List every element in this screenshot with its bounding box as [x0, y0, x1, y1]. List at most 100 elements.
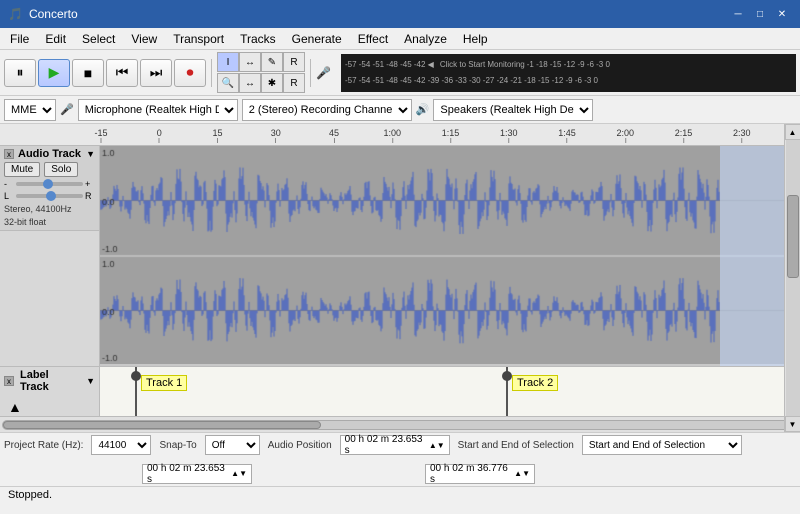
horizontal-scrollbar[interactable]	[0, 416, 800, 432]
waveform-area[interactable]	[100, 146, 800, 366]
window-controls: ─ □ ✕	[728, 6, 792, 22]
audio-track-header: x Audio Track ▼ Mute Solo - + L	[0, 146, 99, 231]
label-track-area: x Label Track ▼ ▲ Track 1 Track 2	[0, 366, 800, 416]
toolbar-sep-2	[310, 59, 311, 87]
menu-item-tracks[interactable]: Tracks	[232, 30, 284, 48]
menu-item-view[interactable]: View	[123, 30, 165, 48]
tools-row-2: 🔍 ↔ ✱ R	[217, 73, 305, 93]
gain-plus-label: +	[85, 179, 95, 189]
gain-row: - +	[4, 179, 95, 189]
collapse-arrow-icon[interactable]: ▲	[8, 399, 22, 415]
multi-tool[interactable]: ✱	[261, 73, 283, 93]
project-rate-label: Project Rate (Hz):	[4, 440, 83, 451]
track-dropdown-icon[interactable]: ▼	[86, 149, 95, 159]
track-close-button[interactable]: x	[4, 149, 14, 159]
titlebar: 🎵 Concerto ─ □ ✕	[0, 0, 800, 28]
label-pin-head-0	[131, 371, 141, 381]
ruler-tick-7: 1:30	[500, 128, 518, 143]
audio-position-display[interactable]: 00 h 02 m 23.653 s ▲▼	[340, 435, 450, 455]
sel-start-arrows[interactable]: ▲▼	[231, 469, 247, 478]
mic-icon[interactable]: 🎤	[316, 66, 331, 80]
footer-controls: Project Rate (Hz): 44100 Snap-To Off Aud…	[0, 432, 800, 486]
spk-select[interactable]: Speakers (Realtek High Definiti	[433, 99, 593, 121]
pan-row: L R	[4, 191, 95, 201]
time-shift-tool[interactable]: ↔	[239, 73, 261, 93]
r-tool[interactable]: R	[283, 73, 305, 93]
project-rate-select[interactable]: 44100	[91, 435, 151, 455]
sel-start-display[interactable]: 00 h 02 m 23.653 s ▲▼	[142, 464, 252, 484]
selection-label: Start and End of Selection	[458, 440, 574, 451]
mute-button[interactable]: Mute	[4, 162, 40, 177]
vu-click-label[interactable]: Click to Start Monitoring	[440, 60, 525, 69]
hscroll-thumb[interactable]	[3, 421, 321, 429]
pan-slider[interactable]	[16, 194, 83, 198]
hscroll-track[interactable]	[2, 420, 798, 430]
select-tool[interactable]: I	[217, 52, 239, 72]
vscroll-down-button[interactable]: ▼	[785, 416, 800, 432]
zoom-in-tool[interactable]: 🔍	[217, 73, 239, 93]
envelope-tool[interactable]: ↔	[239, 52, 261, 72]
ruler-tick-11: 2:30	[733, 128, 751, 143]
audio-pos-arrows[interactable]: ▲▼	[429, 441, 445, 450]
host-select[interactable]: MME	[4, 99, 56, 121]
ruler-tick-0: -15	[94, 128, 107, 143]
label-marker-1: Track 2	[506, 367, 508, 416]
ffwd-button[interactable]: ⏭	[140, 59, 172, 87]
vu-scale-3: -57 -54 -51 -48 -45 -42 -39 -36 -33 -30 …	[345, 76, 598, 85]
ruler-tick-2: 15	[212, 128, 222, 143]
menu-item-select[interactable]: Select	[74, 30, 123, 48]
snap-to-select[interactable]: Off	[205, 435, 260, 455]
toolbar-sep-1	[211, 59, 212, 87]
toolbar: ⏸ ▶ ■ ⏮ ⏭ ⏺ I ↔ ✎ R 🔍 ↔ ✱ R 🎤 -57 -54 -5…	[0, 50, 800, 96]
close-button[interactable]: ✕	[772, 6, 792, 22]
menu-item-transport[interactable]: Transport	[165, 30, 232, 48]
pause-button[interactable]: ⏸	[4, 59, 36, 87]
play-button[interactable]: ▶	[38, 59, 70, 87]
maximize-button[interactable]: □	[750, 6, 770, 22]
draw-tool[interactable]: ✎	[261, 52, 283, 72]
menu-item-generate[interactable]: Generate	[284, 30, 350, 48]
label-track-close[interactable]: x	[4, 376, 14, 386]
footer-row-2: 00 h 02 m 23.653 s ▲▼ 00 h 02 m 36.776 s…	[4, 464, 796, 484]
menu-item-analyze[interactable]: Analyze	[396, 30, 455, 48]
mic-select[interactable]: Microphone (Realtek High Defini	[78, 99, 238, 121]
tools-group: I ↔ ✎ R 🔍 ↔ ✱ R	[217, 52, 305, 93]
vscroll-thumb[interactable]	[787, 195, 799, 278]
selection-type-select[interactable]: Start and End of Selection	[582, 435, 742, 455]
audio-pos-value: 00 h 02 m 23.653 s	[345, 434, 429, 456]
track-title-bar: x Audio Track ▼	[4, 148, 95, 160]
stop-button[interactable]: ■	[72, 59, 104, 87]
menu-item-effect[interactable]: Effect	[350, 30, 396, 48]
rewind-button[interactable]: ⏮	[106, 59, 138, 87]
menu-item-help[interactable]: Help	[455, 30, 496, 48]
vu-row-2: -57 -54 -51 -48 -45 -42 -39 -36 -33 -30 …	[345, 73, 792, 89]
solo-button[interactable]: Solo	[44, 162, 78, 177]
vscroll-up-button[interactable]: ▲	[785, 124, 800, 140]
ruler-tick-10: 2:15	[675, 128, 693, 143]
snap-to-label: Snap-To	[159, 440, 196, 451]
label-track-info: x Label Track ▼ ▲	[0, 367, 100, 416]
gain-slider[interactable]	[16, 182, 83, 186]
menu-item-file[interactable]: File	[2, 30, 37, 48]
footer-row-1: Project Rate (Hz): 44100 Snap-To Off Aud…	[4, 435, 796, 455]
ruler-tick-5: 1:00	[383, 128, 401, 143]
sel-end-arrows[interactable]: ▲▼	[514, 469, 530, 478]
sel-end-display[interactable]: 00 h 02 m 36.776 s ▲▼	[425, 464, 535, 484]
label-text-0: Track 1	[141, 375, 187, 391]
label-track-content[interactable]: Track 1 Track 2	[100, 367, 800, 416]
label-dropdown-icon[interactable]: ▼	[86, 376, 95, 386]
gain-knob[interactable]	[43, 179, 53, 189]
pan-knob[interactable]	[46, 191, 56, 201]
sel-end-value: 00 h 02 m 36.776 s	[430, 463, 514, 485]
vertical-scrollbar[interactable]: ▲ ▼	[784, 124, 800, 432]
channels-select[interactable]: 2 (Stereo) Recording Channels	[242, 99, 412, 121]
record-button[interactable]: ⏺	[174, 59, 206, 87]
minimize-button[interactable]: ─	[728, 6, 748, 22]
zoom-tool[interactable]: R	[283, 52, 305, 72]
vu-meter: -57 -54 -51 -48 -45 -42 ◀ Click to Start…	[341, 54, 796, 92]
menu-item-edit[interactable]: Edit	[37, 30, 74, 48]
vscroll-track[interactable]	[786, 140, 800, 416]
ruler-tick-1: 0	[157, 128, 162, 143]
track-mute-solo: Mute Solo	[4, 162, 95, 177]
track-info-panel: x Audio Track ▼ Mute Solo - + L	[0, 146, 100, 366]
